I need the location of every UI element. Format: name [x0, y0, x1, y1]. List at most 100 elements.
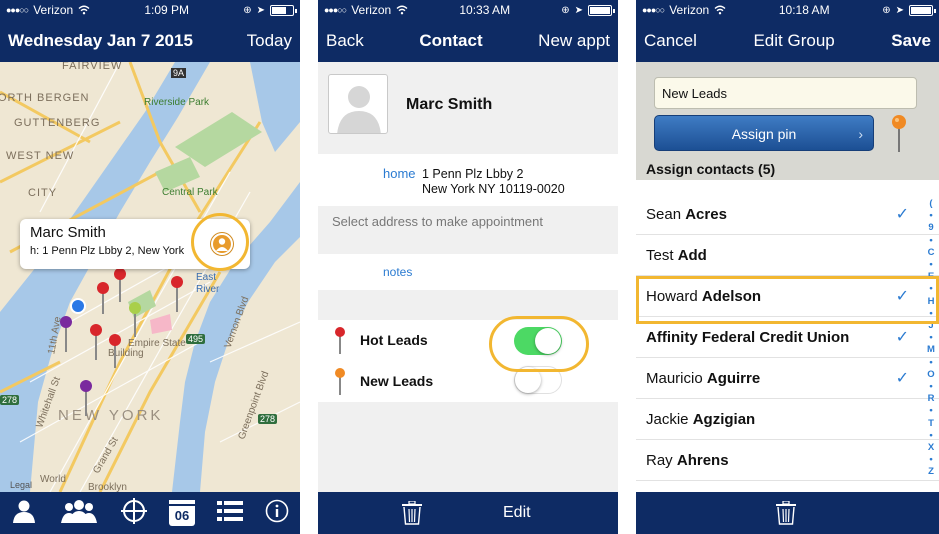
contact-name: Marc Smith — [406, 96, 493, 113]
person-icon — [216, 238, 228, 251]
contact-row[interactable]: Mauricio Aguirre ✓ — [636, 358, 939, 399]
battery-icon — [908, 4, 936, 16]
index-letter[interactable]: O — [927, 369, 934, 381]
location-arrow-icon: ➤ — [256, 4, 265, 16]
address-line-1: 1 Penn Plz Lbby 2 — [422, 167, 524, 181]
date-title: Wednesday Jan 7 2015 — [8, 31, 193, 50]
map-pin-purple[interactable] — [80, 380, 92, 416]
avatar[interactable] — [328, 74, 388, 134]
save-button[interactable]: Save — [891, 31, 931, 51]
status-bar: ●●●○○ Verizon 10:18 AM ⊕ ➤ — [636, 0, 939, 20]
carrier-label: Verizon — [33, 3, 74, 17]
new-appt-button[interactable]: New appt — [538, 31, 610, 51]
rotation-lock-icon: ⊕ — [243, 4, 252, 16]
calendar-icon[interactable]: 06 — [169, 500, 195, 526]
address-row[interactable]: home 1 Penn Plz Lbby 2 New York NY 10119… — [318, 154, 618, 206]
current-location-dot — [70, 298, 86, 314]
index-letter[interactable]: X — [928, 442, 934, 454]
groups-tab-icon[interactable] — [59, 498, 99, 529]
carrier-label: Verizon — [669, 3, 710, 17]
navigation-bar: Wednesday Jan 7 2015 Today — [0, 20, 300, 62]
contact-first-name: Test — [646, 247, 674, 264]
map-pin-red[interactable] — [97, 282, 109, 314]
contact-last-name: Agzigian — [692, 411, 756, 428]
contact-first-name: Mauricio — [646, 370, 703, 387]
assign-pin-label: Assign pin — [731, 126, 797, 142]
status-bar: ●●●○○ Verizon 10:33 AM ⊕ ➤ — [318, 0, 618, 20]
checkmark-icon: ✓ — [895, 329, 909, 346]
contact-first-name: Ray — [646, 452, 673, 469]
group-name-field[interactable]: New Leads — [654, 77, 917, 109]
contact-row[interactable]: Ray Ahrens — [636, 440, 939, 481]
map-pin-red[interactable] — [114, 268, 126, 302]
edit-button[interactable]: Edit — [503, 504, 531, 522]
info-icon[interactable] — [265, 499, 289, 528]
wifi-icon — [78, 5, 90, 15]
wifi-icon — [714, 5, 726, 15]
contact-first-name: Sean — [646, 206, 682, 223]
carrier-label: Verizon — [351, 3, 392, 17]
status-time: 10:18 AM — [778, 3, 830, 17]
tab-bar: 06 — [0, 492, 300, 534]
signal-icon: ●●●○○ — [6, 5, 29, 15]
map-pin-purple[interactable] — [60, 316, 72, 352]
wifi-icon — [396, 5, 408, 15]
contact-row[interactable]: Jackie Agzigian — [636, 399, 939, 440]
contact-tab-icon[interactable] — [11, 498, 37, 529]
map-pins — [60, 268, 183, 416]
index-letter[interactable]: M — [927, 344, 935, 356]
index-letter[interactable]: ( — [929, 198, 932, 210]
contact-last-name: Aguirre — [706, 370, 761, 387]
address-line-2: New York NY 10119-0020 — [422, 182, 565, 196]
map-pin-red[interactable] — [90, 324, 102, 360]
status-bar: ●●●○○ Verizon 1:09 PM ⊕ ➤ — [0, 0, 300, 20]
toggle-highlight-ring — [489, 316, 589, 372]
status-time: 1:09 PM — [144, 3, 190, 17]
map-legal-link[interactable]: Legal — [10, 480, 32, 490]
index-letter[interactable]: C — [928, 247, 935, 259]
chevron-right-icon: › — [858, 126, 863, 142]
index-letter[interactable]: 9 — [928, 222, 933, 234]
battery-icon — [269, 4, 297, 16]
contact-screen: ●●●○○ Verizon 10:33 AM ⊕ ➤ Back Contact … — [318, 0, 618, 534]
selected-contact-highlight — [636, 276, 939, 324]
cancel-button[interactable]: Cancel — [644, 31, 697, 51]
crosshair-icon[interactable] — [121, 497, 147, 529]
rotation-lock-icon: ⊕ — [561, 4, 570, 16]
checkmark-icon: ✓ — [895, 206, 909, 223]
assign-pin-button[interactable]: Assign pin › — [654, 115, 874, 151]
notes-row[interactable]: notes — [318, 254, 618, 290]
group-name: New Leads — [360, 373, 434, 389]
assign-contacts-heading: Assign contacts (5) — [646, 161, 776, 177]
contact-last-name: Ahrens — [676, 452, 729, 469]
contact-row[interactable]: Sean Acres ✓ — [636, 194, 939, 235]
map-view[interactable]: FAIRVIEW ORTH BERGEN GUTTENBERG WEST NEW… — [0, 62, 300, 492]
index-letter[interactable]: T — [928, 418, 934, 430]
map-pin-red[interactable] — [109, 334, 121, 368]
contact-body: Marc Smith home 1 Penn Plz Lbby 2 New Yo… — [318, 62, 618, 492]
back-button[interactable]: Back — [326, 31, 364, 51]
battery-icon — [587, 4, 615, 16]
today-button[interactable]: Today — [247, 31, 292, 51]
map-pin-red[interactable] — [171, 276, 183, 312]
page-title: Edit Group — [753, 31, 835, 50]
contact-last-name: Add — [677, 247, 707, 264]
calendar-day: 06 — [174, 508, 190, 523]
section-index[interactable]: (• 9 • C • E • H • J • M • O • R • T • X • Z — [925, 198, 937, 479]
trash-icon[interactable] — [402, 500, 422, 530]
navigation-bar: Back Contact New appt — [318, 20, 618, 62]
map-pin-green[interactable] — [129, 302, 141, 337]
orange-pin-icon — [892, 115, 906, 152]
person-placeholder-icon — [337, 86, 381, 133]
index-letter[interactable]: Z — [928, 466, 934, 478]
trash-icon[interactable] — [776, 500, 796, 530]
contact-header: Marc Smith — [318, 62, 618, 154]
checkmark-icon: ✓ — [895, 370, 909, 387]
orange-pin-icon — [335, 368, 345, 395]
index-letter[interactable]: R — [928, 393, 935, 405]
callout-contact-button[interactable] — [211, 233, 233, 255]
section-gap — [318, 290, 618, 320]
edit-group-screen: ●●●○○ Verizon 10:18 AM ⊕ ➤ Cancel Edit G… — [636, 0, 939, 534]
list-icon[interactable] — [217, 500, 243, 527]
contact-row[interactable]: Test Add — [636, 235, 939, 276]
